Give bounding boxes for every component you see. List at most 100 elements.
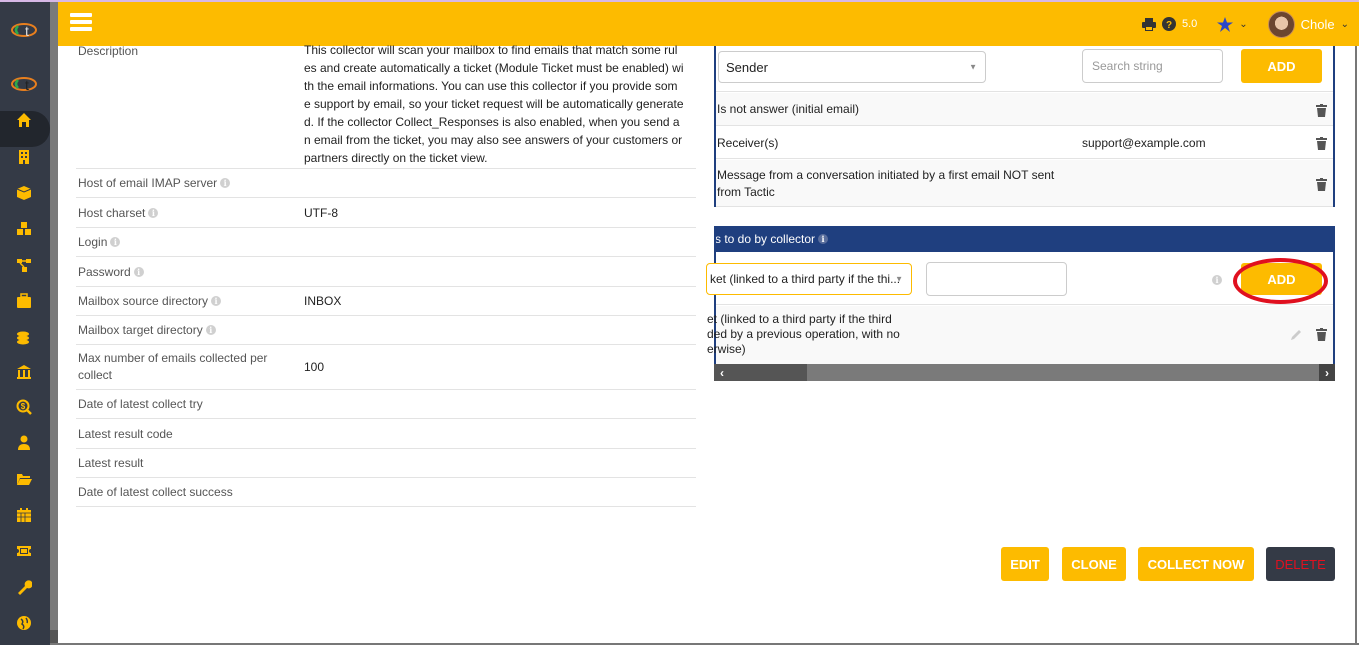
property-row: Login i (76, 228, 696, 257)
search-dollar-icon: $ (16, 399, 32, 415)
tactic-logo[interactable]: t (10, 20, 40, 40)
add-operation-button[interactable]: ADD (1241, 263, 1322, 295)
delete-button[interactable]: DELETE (1266, 547, 1335, 581)
sidebar-item-folder-open[interactable] (15, 470, 33, 488)
info-icon[interactable]: i (133, 266, 144, 277)
collect-now-button[interactable]: COLLECT NOW (1138, 547, 1254, 581)
edit-pencil-icon[interactable] (1290, 328, 1303, 345)
user-name[interactable]: Chole (1301, 17, 1335, 32)
avatar[interactable] (1267, 10, 1295, 38)
sidebar-item-search-dollar[interactable]: $ (15, 398, 33, 416)
sidebar-item-globe[interactable] (15, 614, 33, 632)
svg-text:$: $ (21, 402, 26, 411)
clone-button[interactable]: CLONE (1062, 547, 1126, 581)
operation-line: et (linked to a third party if the third (707, 312, 892, 326)
sidebar-item-building[interactable] (15, 148, 33, 166)
property-label: Host of email IMAP server i (76, 169, 304, 197)
filter-field-select[interactable]: Sender ▼ (718, 51, 986, 83)
property-label: Latest result (76, 449, 304, 477)
user-menu-chevron-down-icon[interactable]: ⌄ (1341, 19, 1349, 30)
property-label-text: Latest result (78, 456, 144, 470)
sidebar-item-sitemap[interactable] (15, 256, 33, 274)
trash-icon[interactable] (1316, 177, 1327, 191)
trash-icon[interactable] (1316, 137, 1327, 150)
filter-rule-text: Is not answer (initial email) (717, 102, 860, 116)
scroll-right-arrow-icon[interactable]: › (1319, 364, 1335, 381)
star-icon[interactable] (1217, 16, 1234, 32)
svg-text:t: t (25, 23, 29, 39)
property-value (304, 478, 696, 506)
property-value (304, 257, 696, 286)
property-label: Latest result code (76, 419, 304, 448)
property-label-text: Max number of emails collected per colle… (78, 351, 268, 382)
operation-text: et (linked to a third party if the third… (705, 312, 935, 357)
filter-rule-row: Receiver(s) support@example.com (716, 127, 1333, 159)
filter-rule-value: support@example.com (1082, 136, 1206, 150)
sidebar-item-user-tie[interactable] (15, 434, 33, 452)
add-filter-button[interactable]: ADD (1241, 49, 1322, 83)
info-icon[interactable]: i (1212, 275, 1222, 285)
trash-icon[interactable] (1316, 103, 1327, 117)
sidebar: t t $ (0, 2, 50, 645)
operations-border-right (1333, 226, 1335, 381)
description-line: partners directly on the ticket view. (304, 151, 488, 165)
sidebar-item-home[interactable] (15, 111, 33, 129)
sidebar-item-ticket[interactable] (15, 542, 33, 560)
property-label-text: Mailbox target directory (78, 323, 203, 337)
sidebar-item-bank[interactable] (15, 363, 33, 381)
sidebar-item-briefcase[interactable] (15, 292, 33, 310)
briefcase-icon (17, 293, 31, 308)
sidebar-item-wrench[interactable] (15, 578, 33, 596)
scroll-left-arrow-icon[interactable]: ‹ (714, 364, 730, 381)
property-label: Date of latest collect try (76, 390, 304, 418)
print-icon[interactable] (1141, 17, 1156, 31)
rule-line: from Tactic (717, 185, 775, 199)
coins-icon (17, 331, 29, 345)
search-string-input[interactable]: Search string (1082, 49, 1223, 83)
favorites-chevron-down-icon[interactable]: ⌄ (1239, 19, 1247, 30)
header-tools: ? 5.0 ⌄ Chole ⌄ (1141, 10, 1349, 38)
user-tie-icon (18, 435, 30, 450)
filters-border-right (1333, 46, 1335, 207)
property-value (304, 419, 696, 448)
building-icon (19, 150, 29, 164)
info-icon[interactable]: i (220, 178, 231, 188)
description-text: This collector will scan your mailbox to… (304, 40, 696, 167)
operations-hscrollbar[interactable]: ‹ › (714, 364, 1335, 381)
sidebar-item-coins[interactable] (15, 328, 33, 346)
trash-icon[interactable] (1316, 328, 1327, 345)
filter-rule-row: Message from a conversation initiated by… (716, 160, 1333, 207)
operation-param-input[interactable] (926, 262, 1067, 296)
operation-line: ded by a previous operation, with no (707, 327, 900, 341)
collector-properties: Description This collector will scan you… (76, 40, 696, 507)
property-label-text: Host of email IMAP server (78, 176, 218, 190)
info-icon[interactable]: i (211, 296, 222, 306)
info-icon[interactable]: i (110, 237, 121, 247)
window-border-right (1355, 46, 1357, 645)
info-icon[interactable]: i (148, 207, 159, 218)
filter-field-value: Sender (726, 59, 768, 75)
filter-rule-text: Receiver(s) (717, 136, 779, 150)
rule-line: Message from a conversation initiated by… (717, 168, 1055, 182)
sidebar-item-cubes[interactable] (15, 220, 33, 238)
menu-toggle-button[interactable] (70, 13, 92, 31)
sidebar-item-box[interactable] (15, 184, 33, 202)
wrench-icon (18, 580, 32, 595)
app-root: t t $ ? 5.0 ⌄ Chole ⌄ Description This c… (0, 0, 1359, 645)
caret-down-icon: ▼ (969, 62, 977, 72)
operation-type-select[interactable]: ket (linked to a third party if the thi.… (706, 263, 912, 295)
ticket-icon (17, 546, 31, 556)
property-label-text: Mailbox source directory (78, 294, 209, 308)
sidebar-scrollbar[interactable] (50, 2, 58, 645)
info-icon[interactable]: i (818, 234, 829, 244)
property-label: Mailbox source directory i (76, 287, 304, 315)
edit-button[interactable]: EDIT (1001, 547, 1049, 581)
description-line: n email from the ticket, you may also se… (304, 133, 683, 147)
operation-form: ket (linked to a third party if the thi.… (706, 252, 1333, 305)
description-line: This collector will scan your mailbox to… (304, 43, 678, 57)
property-label-text: Date of latest collect try (78, 397, 203, 411)
operation-line: erwise) (707, 342, 746, 356)
sidebar-item-calendar[interactable] (15, 506, 33, 524)
help-icon[interactable]: ? (1161, 17, 1176, 31)
info-icon[interactable]: i (205, 325, 216, 335)
